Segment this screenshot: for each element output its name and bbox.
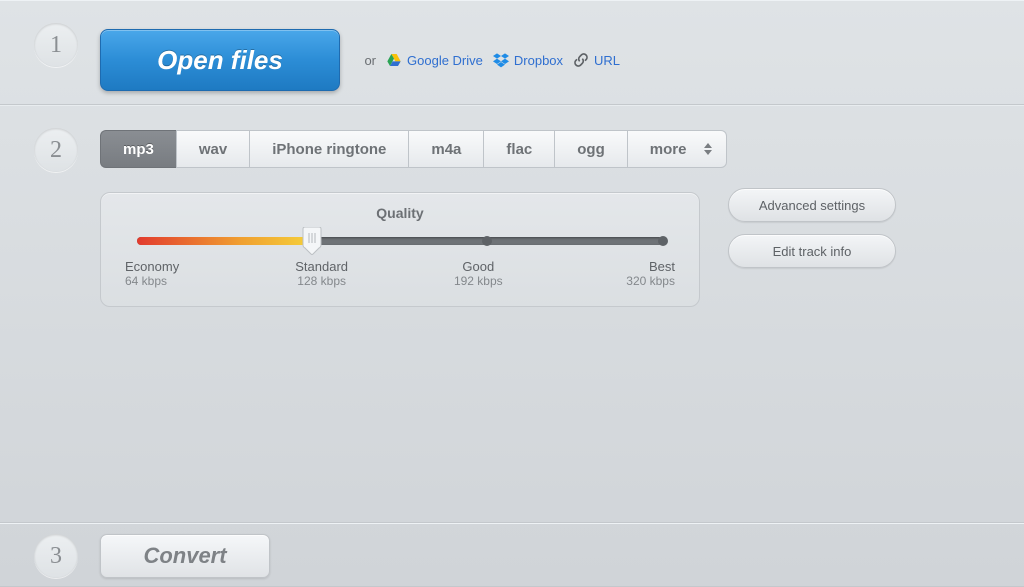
format-tab-more[interactable]: more bbox=[627, 130, 728, 168]
open-files-button[interactable]: Open files bbox=[100, 29, 340, 91]
advanced-settings-button[interactable]: Advanced settings bbox=[728, 188, 896, 222]
google-drive-link[interactable]: Google Drive bbox=[386, 52, 483, 68]
quality-label-economy: Economy 64 kbps bbox=[125, 259, 205, 288]
convert-button[interactable]: Convert bbox=[100, 534, 270, 578]
dropbox-link[interactable]: Dropbox bbox=[493, 52, 563, 68]
google-drive-icon bbox=[386, 52, 402, 68]
quality-slider-fill bbox=[137, 237, 312, 245]
quality-label-standard: Standard 128 kbps bbox=[282, 259, 362, 288]
dropbox-icon bbox=[493, 52, 509, 68]
format-tab-mp3[interactable]: mp3 bbox=[100, 130, 176, 168]
quality-stop-good bbox=[482, 236, 492, 246]
quality-title: Quality bbox=[129, 205, 671, 221]
quality-labels: Economy 64 kbps Standard 128 kbps Good 1… bbox=[125, 259, 675, 288]
url-link[interactable]: URL bbox=[573, 52, 620, 68]
or-label: or bbox=[364, 53, 376, 68]
format-tab-m4a[interactable]: m4a bbox=[408, 130, 483, 168]
url-label: URL bbox=[594, 53, 620, 68]
sort-icon bbox=[704, 143, 712, 155]
step-2-badge: 2 bbox=[34, 128, 78, 172]
step-1-badge: 1 bbox=[34, 23, 78, 67]
quality-label-good: Good 192 kbps bbox=[438, 259, 518, 288]
format-tabs: mp3 wav iPhone ringtone m4a flac ogg mor… bbox=[100, 130, 727, 168]
quality-panel: Quality Economy 64 kbps Standard 12 bbox=[100, 192, 700, 307]
quality-slider[interactable] bbox=[137, 237, 663, 245]
open-alternatives: or Google Drive Dropbox URL bbox=[364, 52, 620, 68]
edit-track-info-button[interactable]: Edit track info bbox=[728, 234, 896, 268]
format-tab-more-label: more bbox=[650, 141, 687, 158]
quality-label-best: Best 320 kbps bbox=[595, 259, 675, 288]
quality-stop-best bbox=[658, 236, 668, 246]
format-tab-ogg[interactable]: ogg bbox=[554, 130, 627, 168]
quality-slider-handle[interactable] bbox=[300, 227, 324, 255]
dropbox-label: Dropbox bbox=[514, 53, 563, 68]
step-3-section: 3 Convert bbox=[0, 523, 1024, 587]
step-1-section: 1 Open files or Google Drive Dropbox URL bbox=[0, 0, 1024, 105]
side-buttons: Advanced settings Edit track info bbox=[728, 188, 896, 268]
format-tab-iphone-ringtone[interactable]: iPhone ringtone bbox=[249, 130, 408, 168]
format-tab-wav[interactable]: wav bbox=[176, 130, 249, 168]
google-drive-label: Google Drive bbox=[407, 53, 483, 68]
link-icon bbox=[573, 52, 589, 68]
step-2-section: 2 mp3 wav iPhone ringtone m4a flac ogg m… bbox=[0, 105, 1024, 523]
format-tab-flac[interactable]: flac bbox=[483, 130, 554, 168]
step-3-badge: 3 bbox=[34, 534, 78, 578]
